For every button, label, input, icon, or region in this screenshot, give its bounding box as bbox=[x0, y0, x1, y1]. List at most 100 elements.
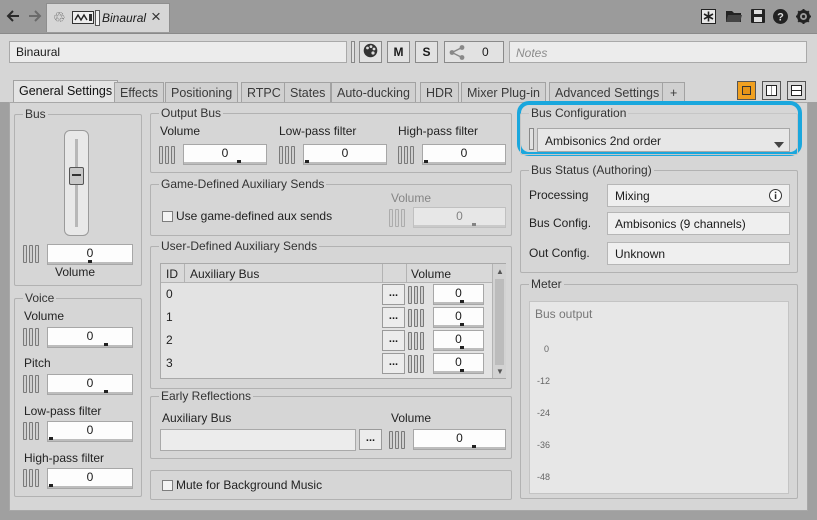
early-reflections-browse-button[interactable]: ... bbox=[359, 429, 382, 450]
fader-handle[interactable] bbox=[69, 167, 84, 185]
bus-group: Bus 0 Volume bbox=[14, 107, 142, 286]
scroll-thumb[interactable] bbox=[495, 279, 504, 365]
meter-tick-label: -24 bbox=[537, 408, 551, 418]
bus-configuration-dropdown[interactable]: Ambisonics 2nd order bbox=[537, 128, 790, 152]
output-lpf-slider-icon[interactable] bbox=[279, 144, 301, 166]
back-arrow-icon[interactable] bbox=[5, 6, 21, 26]
object-name-field[interactable]: Binaural bbox=[9, 41, 347, 63]
solo-button[interactable]: S bbox=[415, 41, 438, 63]
meter-display: Bus output 0 -12 -24 -36 -48 bbox=[529, 301, 789, 494]
pin-icon bbox=[95, 10, 100, 26]
tab-positioning[interactable]: Positioning bbox=[165, 82, 239, 103]
tab-auto-ducking[interactable]: Auto-ducking bbox=[331, 82, 416, 103]
table-row[interactable]: 2 ... 0 bbox=[161, 330, 492, 353]
document-tab[interactable]: ♲ Binaural × bbox=[46, 3, 170, 32]
row-volume-field[interactable]: 0 bbox=[433, 330, 484, 351]
notes-field[interactable]: Notes bbox=[509, 41, 807, 63]
output-lpf-field[interactable]: 0 bbox=[303, 144, 387, 165]
output-hpf-field[interactable]: 0 bbox=[422, 144, 506, 165]
mute-button[interactable]: M bbox=[387, 41, 410, 63]
game-aux-checkbox[interactable] bbox=[162, 211, 173, 222]
bus-volume-slider-icon[interactable] bbox=[23, 243, 45, 265]
save-icon[interactable] bbox=[749, 6, 766, 26]
row-volume-field[interactable]: 0 bbox=[433, 353, 484, 374]
browse-button[interactable]: ... bbox=[382, 284, 405, 305]
voice-lpf-field[interactable]: 0 bbox=[47, 421, 133, 442]
bus-status-title: Bus Status (Authoring) bbox=[529, 163, 654, 177]
browse-button[interactable]: ... bbox=[382, 330, 405, 351]
game-aux-checkbox-label: Use game-defined aux sends bbox=[176, 209, 333, 223]
game-aux-volume-label: Volume bbox=[391, 191, 432, 205]
voice-volume-slider-icon[interactable] bbox=[23, 326, 45, 348]
bus-configuration-group: Bus Configuration Ambisonics 2nd order bbox=[520, 106, 798, 155]
voice-hpf-slider-icon[interactable] bbox=[23, 467, 45, 489]
color-palette-button[interactable] bbox=[359, 41, 382, 63]
layout-split-vertical-icon[interactable] bbox=[762, 81, 781, 100]
early-reflections-aux-field[interactable] bbox=[160, 429, 356, 451]
output-volume-slider-icon[interactable] bbox=[159, 144, 181, 166]
bus-config-field: Ambisonics (9 channels) bbox=[607, 212, 790, 235]
row-volume-field[interactable]: 0 bbox=[433, 307, 484, 328]
tab-add[interactable]: + bbox=[662, 82, 686, 103]
voice-hpf-field[interactable]: 0 bbox=[47, 468, 133, 489]
tab-rtpc[interactable]: RTPC bbox=[241, 82, 287, 103]
early-reflections-volume-slider-icon[interactable] bbox=[389, 429, 411, 451]
voice-pitch-field[interactable]: 0 bbox=[47, 374, 133, 395]
row-volume-slider-icon[interactable] bbox=[408, 284, 430, 306]
tab-advanced-settings[interactable]: Advanced Settings bbox=[549, 82, 666, 103]
bus-volume-field[interactable]: 0 bbox=[47, 244, 133, 265]
row-volume-slider-icon[interactable] bbox=[408, 353, 430, 375]
star-search-icon[interactable] bbox=[700, 6, 717, 26]
mute-bg-group: Mute for Background Music bbox=[150, 470, 512, 500]
close-icon[interactable]: × bbox=[151, 7, 161, 27]
column-id[interactable]: ID bbox=[166, 267, 178, 281]
early-reflections-volume-label: Volume bbox=[391, 411, 432, 425]
table-scrollbar[interactable]: ▲ ▼ bbox=[492, 264, 506, 378]
game-aux-title: Game-Defined Auxiliary Sends bbox=[159, 177, 327, 191]
early-reflections-volume-field[interactable]: 0 bbox=[413, 429, 506, 450]
browse-button[interactable]: ... bbox=[382, 353, 405, 374]
row-volume-slider-icon[interactable] bbox=[408, 307, 430, 329]
layout-single-icon[interactable] bbox=[737, 81, 756, 100]
row-volume-slider-icon[interactable] bbox=[408, 330, 430, 352]
voice-lpf-slider-icon[interactable] bbox=[23, 420, 45, 442]
tab-states[interactable]: States bbox=[284, 82, 332, 103]
tab-effects[interactable]: Effects bbox=[114, 82, 164, 103]
output-hpf-slider-icon[interactable] bbox=[398, 144, 420, 166]
output-volume-field[interactable]: 0 bbox=[183, 144, 267, 165]
scroll-down-icon[interactable]: ▼ bbox=[496, 367, 504, 376]
info-icon[interactable] bbox=[769, 189, 782, 205]
mute-bg-checkbox[interactable] bbox=[162, 480, 173, 491]
bus-configuration-title: Bus Configuration bbox=[529, 106, 629, 120]
processing-label: Processing bbox=[529, 188, 589, 202]
browse-button[interactable]: ... bbox=[382, 307, 405, 328]
table-row[interactable]: 0 ... 0 bbox=[161, 284, 492, 307]
tab-general-settings[interactable]: General Settings bbox=[13, 80, 119, 103]
row-volume-field[interactable]: 0 bbox=[433, 284, 484, 305]
forward-arrow-icon[interactable] bbox=[27, 6, 43, 26]
bus-volume-label: Volume bbox=[55, 265, 96, 279]
tab-hdr[interactable]: HDR bbox=[420, 82, 460, 103]
references-button[interactable]: 0 bbox=[444, 41, 504, 63]
voice-volume-label: Volume bbox=[24, 309, 65, 323]
game-aux-volume-field: 0 bbox=[413, 207, 506, 228]
layout-split-horizontal-icon[interactable] bbox=[787, 81, 806, 100]
scroll-up-icon[interactable]: ▲ bbox=[496, 267, 504, 276]
bus-volume-fader[interactable] bbox=[64, 130, 89, 236]
voice-pitch-slider-icon[interactable] bbox=[23, 373, 45, 395]
bus-configuration-value: Ambisonics 2nd order bbox=[545, 134, 662, 148]
audio-bus-icon bbox=[72, 11, 94, 27]
row-id: 1 bbox=[166, 310, 173, 324]
tab-mixer-plug-in[interactable]: Mixer Plug-in bbox=[461, 82, 546, 103]
column-auxiliary-bus[interactable]: Auxiliary Bus bbox=[190, 267, 259, 281]
svg-text:?: ? bbox=[777, 11, 784, 23]
voice-volume-field[interactable]: 0 bbox=[47, 327, 133, 348]
folder-icon[interactable] bbox=[725, 6, 742, 26]
settings-icon[interactable] bbox=[795, 6, 812, 26]
help-icon[interactable]: ? bbox=[772, 6, 789, 26]
table-row[interactable]: 3 ... 0 bbox=[161, 353, 492, 376]
dropdown-grip bbox=[529, 128, 534, 150]
column-volume[interactable]: Volume bbox=[411, 267, 451, 281]
row-id: 0 bbox=[166, 287, 173, 301]
table-row[interactable]: 1 ... 0 bbox=[161, 307, 492, 330]
